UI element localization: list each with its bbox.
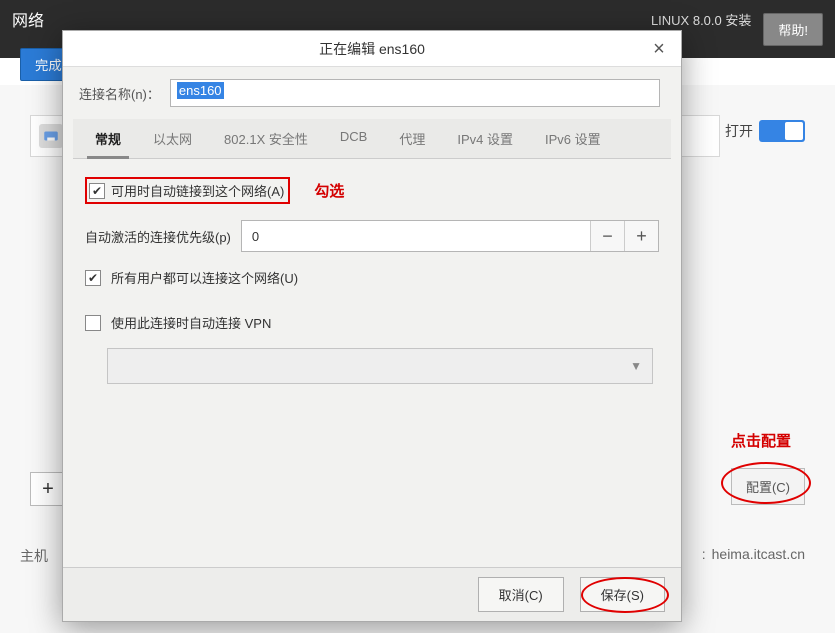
auto-connect-checkbox[interactable] (89, 183, 105, 199)
tab-panel-general: 可用时自动链接到这个网络(A) 勾选 自动激活的连接优先级(p) 0 − + 所… (79, 159, 665, 406)
tab-ipv6[interactable]: IPv6 设置 (529, 119, 617, 158)
tab-security[interactable]: 802.1X 安全性 (208, 119, 324, 158)
ethernet-icon (39, 124, 63, 148)
connection-name-input[interactable]: ens160 (170, 79, 660, 107)
cancel-button[interactable]: 取消(C) (478, 577, 564, 612)
tab-dcb[interactable]: DCB (324, 119, 383, 158)
hostname-left-label: 主机 (20, 546, 48, 566)
tab-general[interactable]: 常规 (79, 119, 137, 158)
hostname-value: heima.itcast.cn (712, 546, 805, 562)
all-users-checkbox[interactable] (85, 270, 101, 286)
help-button[interactable]: 帮助! (763, 13, 823, 46)
dialog-title: 正在编辑 ens160 (319, 39, 425, 59)
close-button[interactable]: × (647, 37, 671, 61)
tab-ethernet[interactable]: 以太网 (137, 119, 208, 158)
save-button[interactable]: 保存(S) (580, 577, 665, 612)
tab-proxy[interactable]: 代理 (383, 119, 441, 158)
network-toggle[interactable] (759, 120, 805, 142)
connection-name-label: 连接名称(n)： (79, 84, 160, 103)
all-users-label: 所有用户都可以连接这个网络(U) (111, 268, 298, 287)
tabs: 常规 以太网 802.1X 安全性 DCB 代理 IPv4 设置 IPv6 设置 (73, 119, 671, 159)
auto-connect-label: 可用时自动链接到这个网络(A) (111, 181, 284, 200)
annotation-click-config: 点击配置 (731, 430, 791, 451)
annotation-check: 勾选 (314, 180, 344, 201)
configure-button[interactable]: 配置(C) (731, 468, 805, 505)
add-connection-button[interactable]: + (30, 472, 66, 506)
priority-value: 0 (242, 221, 590, 251)
installer-version: LINUX 8.0.0 安装 (651, 10, 751, 29)
chevron-down-icon: ▼ (630, 359, 642, 373)
priority-increment[interactable]: + (624, 221, 658, 251)
edit-connection-dialog: 正在编辑 ens160 × 连接名称(n)： ens160 常规 以太网 802… (62, 30, 682, 622)
tab-ipv4[interactable]: IPv4 设置 (441, 119, 529, 158)
priority-label: 自动激活的连接优先级(p) (85, 227, 231, 246)
toggle-label: 打开 (725, 121, 753, 141)
vpn-checkbox[interactable] (85, 315, 101, 331)
vpn-label: 使用此连接时自动连接 VPN (111, 313, 271, 332)
priority-decrement[interactable]: − (590, 221, 624, 251)
page-title: 网络 (12, 7, 44, 31)
vpn-select[interactable]: ▼ (107, 348, 653, 384)
hostname-sep: : (702, 546, 706, 562)
annotation-box-autoconnect: 可用时自动链接到这个网络(A) (85, 177, 290, 204)
connection-name-value: ens160 (177, 82, 224, 99)
priority-spinner[interactable]: 0 − + (241, 220, 659, 252)
